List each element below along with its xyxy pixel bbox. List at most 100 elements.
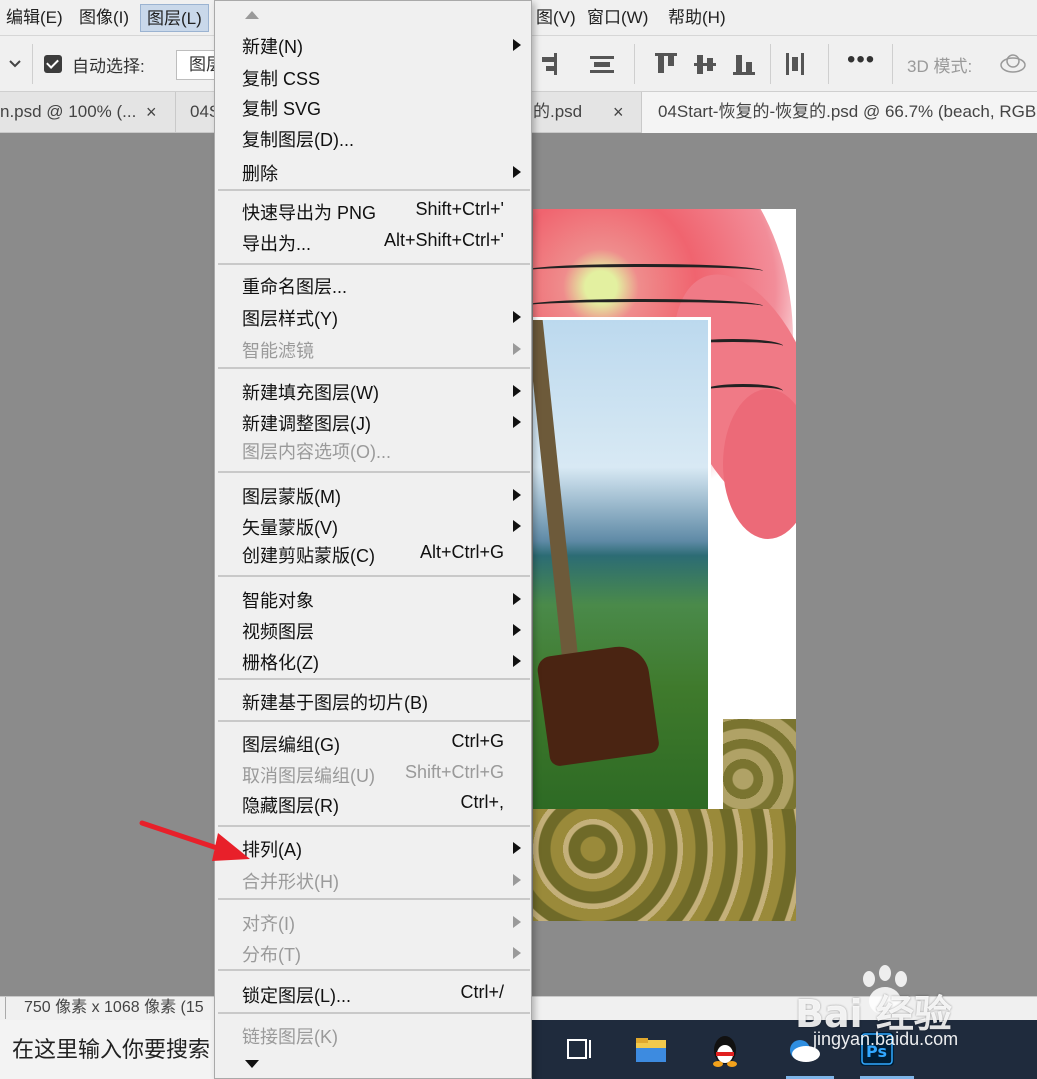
- chevron-down-icon[interactable]: [8, 58, 22, 70]
- menu-window[interactable]: 窗口(W): [581, 4, 654, 32]
- tab-document-active[interactable]: 04Start-恢复的-恢复的.psd @ 66.7% (beach, RGB: [642, 92, 1037, 133]
- taskbar-search-input[interactable]: 在这里输入你要搜索: [0, 1020, 230, 1079]
- separator: [892, 44, 893, 84]
- auto-select-checkbox[interactable]: [44, 55, 62, 73]
- tab-document-2[interactable]: 04S: [190, 92, 214, 133]
- scroll-up-arrow-icon[interactable]: [245, 11, 259, 19]
- menu-help[interactable]: 帮助(H): [662, 4, 732, 32]
- menu-item[interactable]: 矢量蒙版(V): [215, 512, 531, 540]
- menu-item[interactable]: 视频图层: [215, 616, 531, 644]
- menu-item-label: 对齐(I): [242, 914, 295, 934]
- menu-separator: [218, 678, 530, 680]
- menu-item-label: 图层样式(Y): [242, 309, 338, 329]
- menu-item[interactable]: 导出为... Alt+Shift+Ctrl+': [215, 228, 531, 256]
- submenu-arrow-icon: [513, 520, 521, 532]
- menu-item-shortcut: Shift+Ctrl+G: [404, 762, 504, 782]
- postmark-wave: [533, 299, 763, 313]
- scroll-down-arrow-icon[interactable]: [245, 1060, 259, 1068]
- tab-document-1[interactable]: n.psd @ 100% (...: [0, 92, 140, 133]
- menu-item[interactable]: 快速导出为 PNG Shift+Ctrl+': [215, 197, 531, 225]
- menu-item[interactable]: 新建基于图层的切片(B): [215, 687, 531, 715]
- menu-item[interactable]: 创建剪贴蒙版(C) Alt+Ctrl+G: [215, 540, 531, 568]
- tab-close-icon[interactable]: ×: [613, 92, 624, 132]
- align-right-edges-icon[interactable]: [540, 53, 564, 75]
- align-vertical-centers-icon[interactable]: [694, 53, 718, 75]
- postmark-wave: [703, 384, 783, 398]
- menu-layer[interactable]: 图层(L): [140, 4, 209, 32]
- separator: [634, 44, 635, 84]
- menu-separator: [218, 575, 530, 577]
- red-annotation-arrow-icon: [139, 820, 250, 861]
- menu-item-shortcut: Shift+Ctrl+': [415, 199, 504, 219]
- menu-item: 图层内容选项(O)...: [215, 436, 531, 464]
- menu-item[interactable]: 新建(N): [215, 31, 531, 59]
- palm-trunk: [533, 320, 581, 680]
- menu-item[interactable]: 排列(A): [215, 834, 531, 862]
- menu-item-label: 合并形状(H): [242, 872, 339, 892]
- submenu-arrow-icon: [513, 874, 521, 886]
- menu-item-label: 视频图层: [242, 622, 314, 642]
- menu-view[interactable]: 图(V): [530, 4, 582, 32]
- menu-item-label: 图层编组(G): [242, 735, 340, 755]
- submenu-arrow-icon: [513, 489, 521, 501]
- tab-document-3[interactable]: 的.psd: [533, 92, 593, 133]
- 3d-mode-label: 3D 模式:: [907, 57, 973, 76]
- menu-item-label: 创建剪贴蒙版(C): [242, 546, 375, 566]
- task-view-icon[interactable]: [560, 1030, 598, 1068]
- menu-separator: [218, 825, 530, 827]
- menu-item-label: 取消图层编组(U): [242, 766, 375, 786]
- menu-separator: [218, 263, 530, 265]
- document-canvas[interactable]: [533, 209, 796, 921]
- submenu-arrow-icon: [513, 416, 521, 428]
- menu-item: 链接图层(K): [215, 1021, 531, 1049]
- distribute-horizontal-icon[interactable]: [784, 53, 808, 75]
- menu-item[interactable]: 复制 CSS: [215, 63, 531, 91]
- separator: [828, 44, 829, 84]
- menu-item-label: 导出为...: [242, 234, 312, 254]
- file-explorer-icon[interactable]: [632, 1030, 670, 1068]
- menu-item-shortcut: Ctrl+/: [460, 982, 504, 1002]
- menu-image[interactable]: 图像(I): [73, 4, 135, 32]
- submenu-arrow-icon: [513, 343, 521, 355]
- menu-item-label: 智能滤镜: [242, 341, 314, 361]
- watermark-url: jingyan.baidu.com: [813, 1029, 959, 1049]
- menu-item[interactable]: 栅格化(Z): [215, 647, 531, 675]
- menu-item[interactable]: 图层样式(Y): [215, 303, 531, 331]
- menu-item[interactable]: 图层蒙版(M): [215, 481, 531, 509]
- menu-item[interactable]: 复制 SVG: [215, 93, 531, 121]
- menu-item[interactable]: 智能对象: [215, 585, 531, 613]
- submenu-arrow-icon: [513, 385, 521, 397]
- submenu-arrow-icon: [513, 593, 521, 605]
- layer-menu-dropdown: 新建(N) 复制 CSS 复制 SVG 复制图层(D)... 删除快速导出为 PNG Sh…: [214, 0, 532, 1079]
- submenu-arrow-icon: [513, 842, 521, 854]
- submenu-arrow-icon: [513, 916, 521, 928]
- qq-icon[interactable]: [706, 1030, 744, 1068]
- menu-item-label: 删除: [242, 164, 278, 184]
- menu-item[interactable]: 锁定图层(L)... Ctrl+/: [215, 980, 531, 1008]
- menu-item[interactable]: 新建填充图层(W): [215, 377, 531, 405]
- menu-separator: [218, 367, 530, 369]
- menu-item-shortcut: Alt+Ctrl+G: [419, 542, 504, 562]
- align-top-edges-icon[interactable]: [655, 53, 679, 75]
- menu-item[interactable]: 隐藏图层(R) Ctrl+,: [215, 790, 531, 818]
- menu-item-label: 复制 SVG: [242, 99, 322, 119]
- menu-item-label: 新建调整图层(J): [242, 414, 371, 434]
- align-bottom-edges-icon[interactable]: [733, 53, 757, 75]
- menu-item[interactable]: 复制图层(D)...: [215, 124, 531, 152]
- menu-item-label: 图层蒙版(M): [242, 487, 341, 507]
- more-options-icon[interactable]: •••: [847, 46, 875, 74]
- tab-close-icon[interactable]: ×: [146, 92, 157, 132]
- menu-item[interactable]: 新建调整图层(J): [215, 408, 531, 436]
- 3d-orbit-icon[interactable]: [998, 52, 1028, 76]
- distribute-vertical-icon[interactable]: [590, 53, 614, 75]
- menu-item-label: 图层内容选项(O)...: [242, 442, 391, 462]
- menu-item[interactable]: 删除: [215, 158, 531, 186]
- menu-edit[interactable]: 编辑(E): [0, 4, 69, 32]
- menu-item[interactable]: 重命名图层...: [215, 271, 531, 299]
- menu-item[interactable]: 图层编组(G) Ctrl+G: [215, 729, 531, 757]
- menu-item-label: 新建填充图层(W): [242, 383, 379, 403]
- beach-photo: [533, 317, 711, 814]
- menu-item-label: 新建(N): [242, 37, 303, 57]
- menu-item: 智能滤镜: [215, 335, 531, 363]
- menu-separator: [218, 969, 530, 971]
